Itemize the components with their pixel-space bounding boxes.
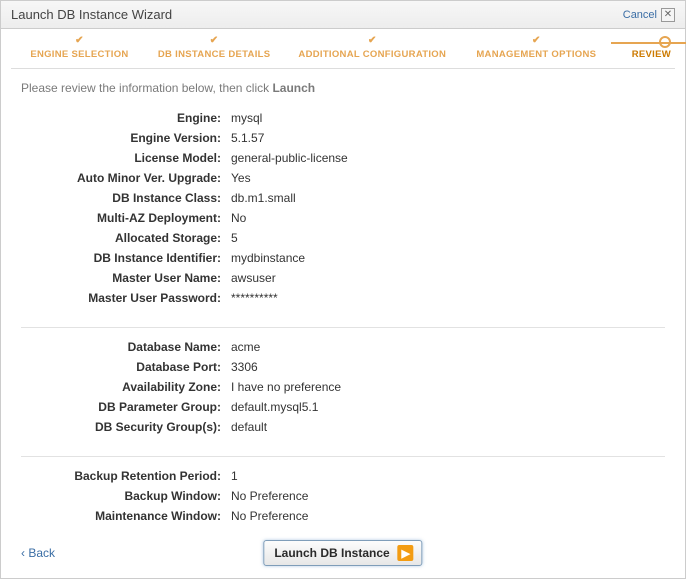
review-row: Database Port:3306 [21,358,665,376]
review-value: 5.1.57 [231,129,264,147]
review-value: 5 [231,229,238,247]
step-review[interactable]: REVIEW [612,35,671,60]
review-label: Allocated Storage: [21,229,231,247]
review-value: No [231,209,246,227]
review-label: Backup Retention Period: [21,467,231,485]
review-label: Master User Name: [21,269,231,287]
step-active-marker [659,35,671,49]
back-link[interactable]: ‹ Back [21,546,55,560]
review-row: Multi-AZ Deployment:No [21,209,665,227]
review-value: ********** [231,289,278,307]
review-label: License Model: [21,149,231,167]
review-row: Engine Version:5.1.57 [21,129,665,147]
review-section-maintenance: Backup Retention Period:1Backup Window:N… [21,467,665,531]
arrow-right-icon: ▶ [398,545,414,561]
review-label: Master User Password: [21,289,231,307]
wizard-header: Launch DB Instance Wizard Cancel ✕ [1,1,685,29]
review-row: Backup Window:No Preference [21,487,665,505]
review-row: Backup Retention Period:1 [21,467,665,485]
wizard-dialog: Launch DB Instance Wizard Cancel ✕ ✔ ENG… [0,0,686,579]
review-row: DB Instance Class:db.m1.small [21,189,665,207]
checkmark-icon: ✔ [210,35,219,49]
instruction-action: Launch [272,81,315,95]
step-management-options[interactable]: ✔ MANAGEMENT OPTIONS [460,35,612,60]
wizard-title: Launch DB Instance Wizard [11,7,172,22]
review-value: general-public-license [231,149,348,167]
cancel-link[interactable]: Cancel [623,9,657,21]
step-label: ADDITIONAL CONFIGURATION [298,49,446,60]
review-label: Engine: [21,109,231,127]
checkmark-icon: ✔ [532,35,541,49]
review-value: awsuser [231,269,276,287]
step-db-instance-details[interactable]: ✔ DB INSTANCE DETAILS [144,35,285,60]
review-value: No Preference [231,487,308,505]
checkmark-icon: ✔ [368,35,377,49]
review-label: DB Parameter Group: [21,398,231,416]
review-label: Multi-AZ Deployment: [21,209,231,227]
review-label: Availability Zone: [21,378,231,396]
review-row: Engine:mysql [21,109,665,127]
review-row: Availability Zone:I have no preference [21,378,665,396]
review-instruction: Please review the information below, the… [21,81,665,95]
cancel-area: Cancel ✕ [623,8,675,22]
launch-db-instance-button[interactable]: Launch DB Instance ▶ [263,540,422,566]
checkmark-icon: ✔ [75,35,84,49]
review-section-instance: Engine:mysqlEngine Version:5.1.57License… [21,109,665,313]
review-label: Backup Window: [21,487,231,505]
review-label: DB Instance Identifier: [21,249,231,267]
wizard-footer: ‹ Back Launch DB Instance ▶ [1,534,685,578]
review-value: mysql [231,109,262,127]
step-label: ENGINE SELECTION [30,49,128,60]
step-label: DB INSTANCE DETAILS [158,49,271,60]
instruction-text: Please review the information below, the… [21,81,272,95]
review-label: Database Port: [21,358,231,376]
review-row: Database Name:acme [21,338,665,356]
review-value: Yes [231,169,251,187]
review-row: Maintenance Window:No Preference [21,507,665,525]
step-label: REVIEW [632,49,671,60]
review-value: acme [231,338,260,356]
back-label: Back [28,546,55,560]
review-label: DB Instance Class: [21,189,231,207]
review-value: 3306 [231,358,258,376]
review-row: DB Security Group(s):default [21,418,665,436]
close-icon[interactable]: ✕ [661,8,675,22]
wizard-steps: ✔ ENGINE SELECTION ✔ DB INSTANCE DETAILS… [1,29,685,64]
review-label: Auto Minor Ver. Upgrade: [21,169,231,187]
review-value: default [231,418,267,436]
review-section-config: Database Name:acmeDatabase Port:3306Avai… [21,338,665,442]
review-row: DB Parameter Group:default.mysql5.1 [21,398,665,416]
review-value: I have no preference [231,378,341,396]
step-additional-configuration[interactable]: ✔ ADDITIONAL CONFIGURATION [284,35,460,60]
divider [21,327,665,328]
wizard-body: Please review the information below, the… [1,69,685,534]
divider [21,456,665,457]
review-row: Auto Minor Ver. Upgrade:Yes [21,169,665,187]
step-engine-selection[interactable]: ✔ ENGINE SELECTION [15,35,144,60]
review-value: db.m1.small [231,189,296,207]
review-row: License Model:general-public-license [21,149,665,167]
step-label: MANAGEMENT OPTIONS [476,49,596,60]
review-label: Database Name: [21,338,231,356]
review-label: Engine Version: [21,129,231,147]
launch-button-label: Launch DB Instance [274,546,389,560]
review-row: DB Instance Identifier:mydbinstance [21,249,665,267]
review-value: 1 [231,467,238,485]
review-row: Allocated Storage:5 [21,229,665,247]
review-row: Master User Password:********** [21,289,665,307]
review-label: Maintenance Window: [21,507,231,525]
review-value: No Preference [231,507,308,525]
review-label: DB Security Group(s): [21,418,231,436]
review-row: Master User Name:awsuser [21,269,665,287]
review-value: default.mysql5.1 [231,398,318,416]
review-value: mydbinstance [231,249,305,267]
